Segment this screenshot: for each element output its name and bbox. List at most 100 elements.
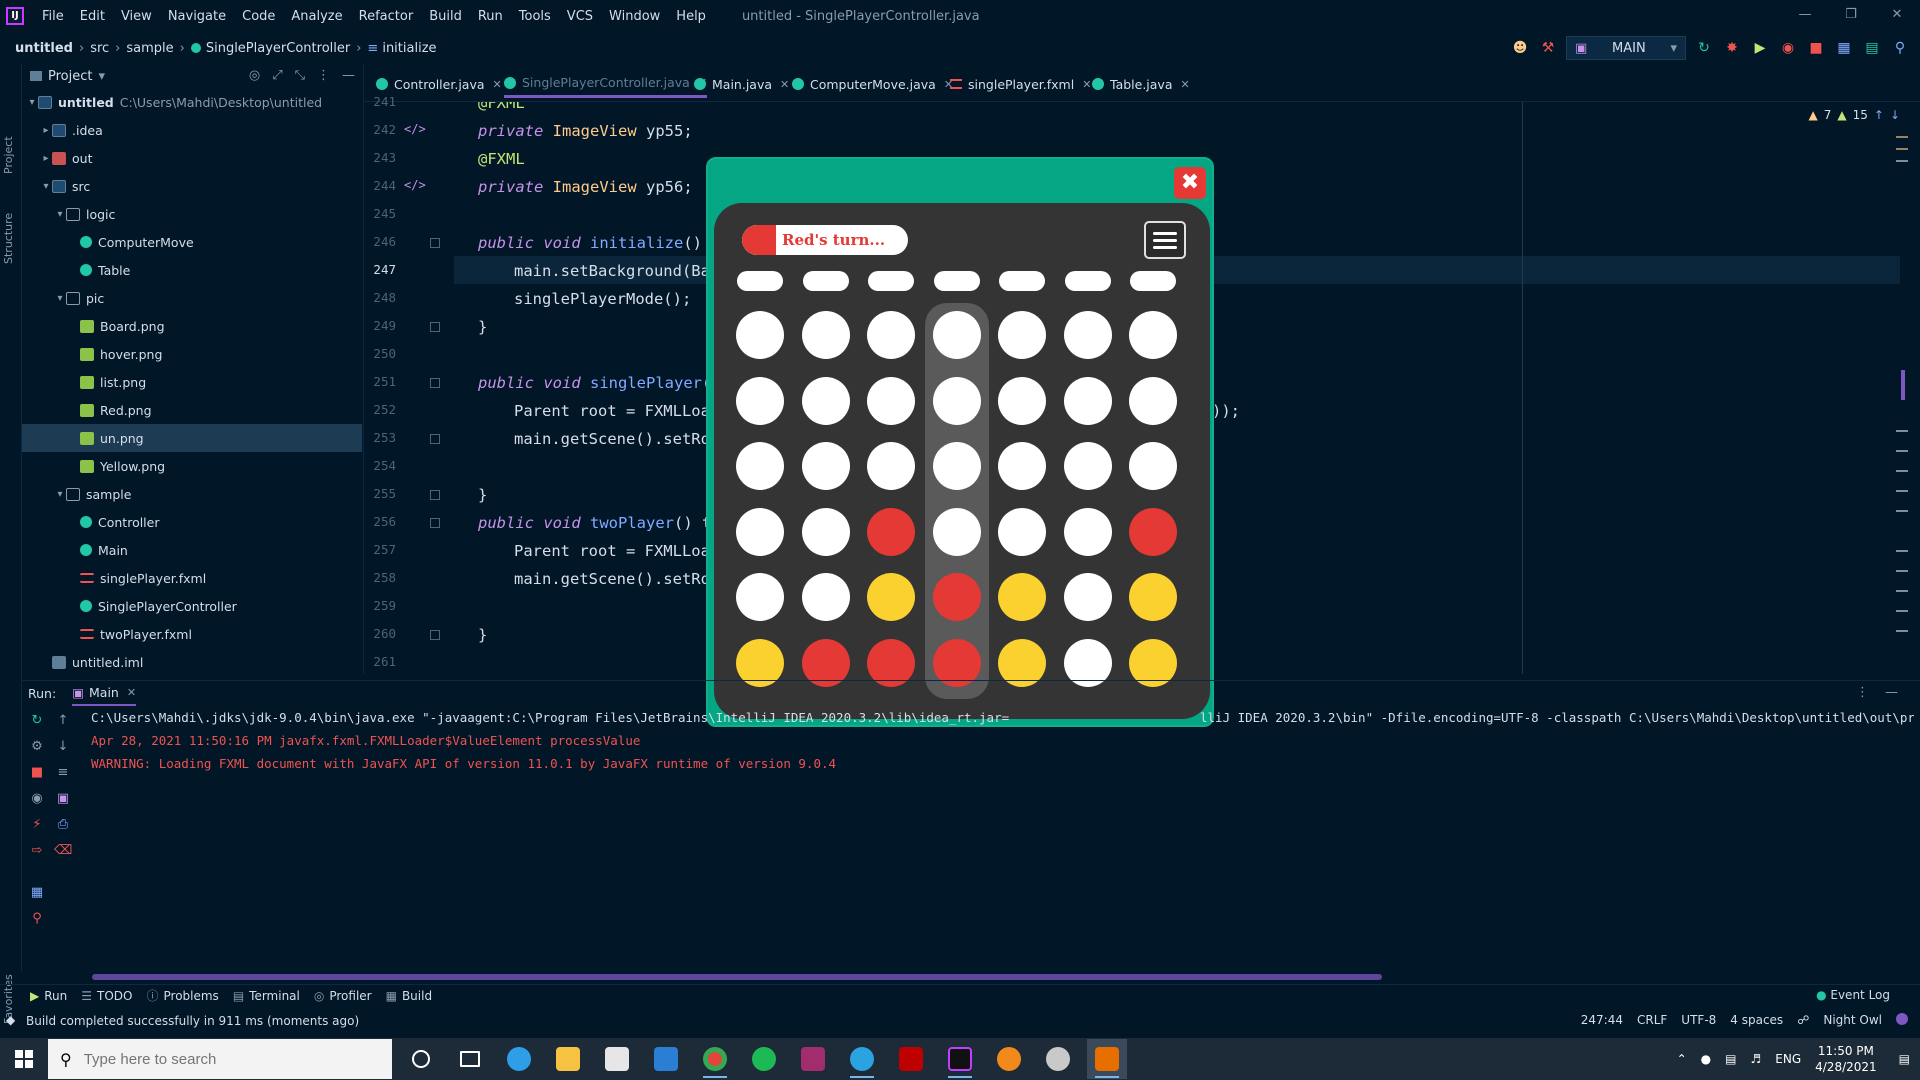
tree-item[interactable]: twoPlayer.fxml (22, 620, 192, 648)
empty-slot[interactable] (736, 442, 784, 490)
empty-slot[interactable] (1063, 573, 1112, 621)
taskbar-search-input[interactable] (83, 1050, 364, 1068)
menu-tools[interactable]: Tools (511, 9, 559, 24)
mail-icon[interactable] (646, 1039, 686, 1079)
run-config-selector[interactable]: ▣ MAIN ▾ (1566, 36, 1686, 60)
breadcrumb-method[interactable]: initialize (382, 41, 436, 56)
hamburger-menu-button[interactable] (1144, 221, 1186, 259)
expand-arrow-icon[interactable]: ▾ (54, 489, 66, 500)
column-drop-button[interactable] (933, 271, 980, 291)
empty-slot[interactable] (801, 573, 850, 621)
empty-slot[interactable] (998, 376, 1046, 425)
exit-icon[interactable]: ⇨ (28, 842, 46, 860)
restore-icon[interactable]: ❐ (1828, 0, 1874, 32)
editor-scroll-thumb[interactable] (1901, 370, 1905, 400)
options-icon[interactable]: ⋮ (1856, 685, 1869, 700)
fold-marker-icon[interactable] (430, 630, 440, 640)
breadcrumb-class[interactable]: SinglePlayerController (206, 41, 350, 56)
tool-profiler[interactable]: ◎ Profiler (314, 989, 372, 1003)
empty-slot[interactable] (1063, 311, 1112, 359)
file-encoding[interactable]: UTF-8 (1681, 1013, 1716, 1027)
app-icon[interactable] (1038, 1039, 1078, 1079)
tree-item[interactable]: untitled.iml (22, 648, 143, 676)
close-window-icon[interactable]: ✕ (1874, 0, 1920, 32)
close-game-button[interactable]: ✖ (1174, 167, 1206, 199)
empty-slot[interactable] (932, 442, 981, 490)
fold-marker-icon[interactable] (430, 518, 440, 528)
empty-slot[interactable] (801, 442, 850, 490)
tree-item[interactable]: Table (22, 256, 130, 284)
tree-item[interactable]: ▸ out (22, 144, 92, 172)
cortana-icon[interactable] (401, 1039, 441, 1079)
fxml-binding-gutter-icon[interactable]: </> (404, 122, 426, 136)
structure-tool-tab[interactable]: Structure (2, 213, 15, 264)
empty-slot[interactable] (801, 311, 850, 359)
tool-run[interactable]: ▶ Run (30, 989, 67, 1003)
tool-terminal[interactable]: ▤ Terminal (233, 989, 300, 1003)
telegram-icon[interactable] (842, 1039, 882, 1079)
tree-item[interactable]: ComputerMove (22, 228, 194, 256)
menu-view[interactable]: View (113, 9, 160, 24)
editor-error-stripe[interactable] (1896, 130, 1910, 660)
line-separator[interactable]: CRLF (1637, 1013, 1667, 1027)
tree-item[interactable]: ▾ pic (22, 284, 104, 312)
up-icon[interactable]: ↑ (54, 712, 72, 730)
close-tab-icon[interactable]: ✕ (1181, 78, 1190, 91)
down-icon[interactable]: ↓ (54, 738, 72, 756)
hammer-icon[interactable]: ⚒ (1538, 38, 1558, 58)
menu-edit[interactable]: Edit (72, 9, 113, 24)
tree-item[interactable]: ▾ untitled C:\Users\Mahdi\Desktop\untitled (22, 88, 322, 116)
debug-icon[interactable]: ✸ (1722, 38, 1742, 58)
scroll-to-end-icon[interactable]: ▣ (54, 790, 72, 808)
empty-slot[interactable] (1129, 376, 1177, 425)
fold-marker-icon[interactable] (430, 238, 440, 248)
tool-todo[interactable]: ☰ TODO (81, 989, 132, 1003)
empty-slot[interactable] (867, 376, 915, 425)
tree-item[interactable]: list.png (22, 368, 146, 396)
empty-slot[interactable] (932, 376, 981, 425)
empty-slot[interactable] (1063, 442, 1112, 490)
menu-refactor[interactable]: Refactor (351, 9, 422, 24)
tree-item[interactable]: Controller (22, 508, 160, 536)
run-tab-main[interactable]: ▣ Main ✕ (72, 682, 137, 706)
yellow-disc[interactable] (867, 573, 915, 621)
breadcrumb-project[interactable]: untitled (15, 41, 73, 56)
profile-icon[interactable]: ◉ (1778, 38, 1798, 58)
close-tab-icon[interactable]: ✕ (1082, 78, 1091, 91)
empty-slot[interactable] (1063, 376, 1112, 425)
edge-icon[interactable] (499, 1039, 539, 1079)
tree-item[interactable]: ▾ sample (22, 480, 131, 508)
column-drop-button[interactable] (802, 271, 849, 291)
volume-icon[interactable]: ♬ (1751, 1052, 1762, 1066)
minimize-icon[interactable]: — (1782, 0, 1828, 32)
fold-marker-icon[interactable] (430, 378, 440, 388)
expand-arrow-icon[interactable]: ▸ (40, 125, 52, 136)
empty-slot[interactable] (1129, 311, 1177, 359)
stop-icon[interactable]: ■ (1806, 38, 1826, 58)
lock-icon[interactable]: ☍ (1797, 1013, 1809, 1027)
empty-slot[interactable] (998, 442, 1046, 490)
inspection-widget[interactable]: ▲ 7 ▲ 15 ↑ ↓ (1808, 108, 1900, 122)
editor-tab[interactable]: Table.java ✕ (1092, 70, 1190, 98)
status-message[interactable]: Build completed successfully in 911 ms (… (26, 1014, 359, 1028)
console-horizontal-scrollbar[interactable] (92, 974, 1382, 980)
red-disc[interactable] (867, 507, 915, 556)
tree-item[interactable]: singlePlayer.fxml (22, 564, 206, 592)
editor-tab[interactable]: SinglePlayerController.java✕ (504, 70, 708, 98)
column-drop-button[interactable] (999, 271, 1045, 291)
tool-build[interactable]: ▦ Build (386, 989, 432, 1003)
filezilla-icon[interactable] (891, 1039, 931, 1079)
java-app-icon[interactable] (1087, 1039, 1127, 1079)
input-language[interactable]: ENG (1775, 1052, 1801, 1066)
empty-slot[interactable] (736, 507, 784, 556)
hide-panel-icon[interactable]: — (1885, 685, 1898, 700)
project-tool-tab[interactable]: Project (2, 136, 15, 174)
notifications-icon[interactable]: ▤ (1899, 1052, 1910, 1066)
menu-window[interactable]: Window (601, 9, 668, 24)
tree-item[interactable]: Board.png (22, 312, 165, 340)
plugin-icon[interactable]: ⚡ (28, 816, 46, 834)
menu-file[interactable]: File (34, 9, 72, 24)
expand-arrow-icon[interactable]: ▾ (54, 293, 66, 304)
trash-icon[interactable]: ⌫ (54, 842, 72, 860)
winrar-icon[interactable] (793, 1039, 833, 1079)
